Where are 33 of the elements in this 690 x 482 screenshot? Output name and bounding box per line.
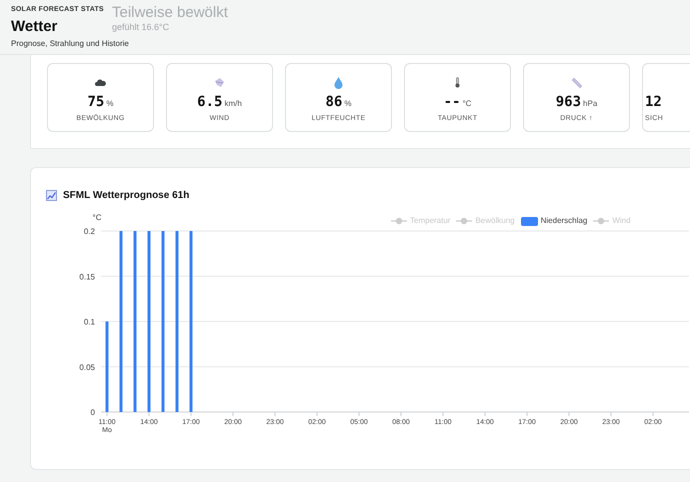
legend-line-icon xyxy=(593,217,610,225)
stat-value: 75 xyxy=(88,93,104,112)
chart-title: SFML Wetterprognose 61h xyxy=(63,189,190,203)
page-title: Wetter xyxy=(11,16,58,36)
legend-line-icon xyxy=(391,217,407,225)
stat-unit: km/h xyxy=(224,98,242,110)
legend-item[interactable]: Niederschlag xyxy=(520,215,588,227)
legend-swatch-icon xyxy=(520,216,538,226)
page-subtitle: Prognose, Strahlung und Historie xyxy=(11,38,129,50)
stat-unit: % xyxy=(106,98,114,110)
stat-value: -- xyxy=(444,93,460,112)
cloud-icon xyxy=(95,79,106,86)
y-tick-label: 0.05 xyxy=(79,362,95,372)
feels-like-text: gefühlt 16.6°C xyxy=(112,21,170,34)
stat-unit: % xyxy=(344,98,352,110)
stat-value: 6.5 xyxy=(197,93,222,112)
stat-value: 86 xyxy=(326,93,342,112)
droplet-icon xyxy=(334,76,343,88)
wind-icon xyxy=(214,77,225,88)
y-tick-label: 0.2 xyxy=(84,227,95,236)
y-tick-label: 0 xyxy=(90,408,95,417)
legend-line-icon xyxy=(456,217,472,225)
stat-value: 963 xyxy=(556,93,582,112)
stat-value: 12 xyxy=(645,93,662,112)
stat-unit: hPa xyxy=(583,98,598,110)
y-axis-unit: °C xyxy=(92,213,102,222)
thermometer-icon xyxy=(455,77,460,88)
condition-text: Teilweise bewölkt xyxy=(112,3,228,23)
ruler-icon xyxy=(570,76,582,88)
y-tick-label: 0.1 xyxy=(84,318,95,326)
chart-icon xyxy=(46,190,57,201)
y-tick-label: 0.15 xyxy=(79,272,95,282)
stat-unit: °C xyxy=(462,98,472,110)
